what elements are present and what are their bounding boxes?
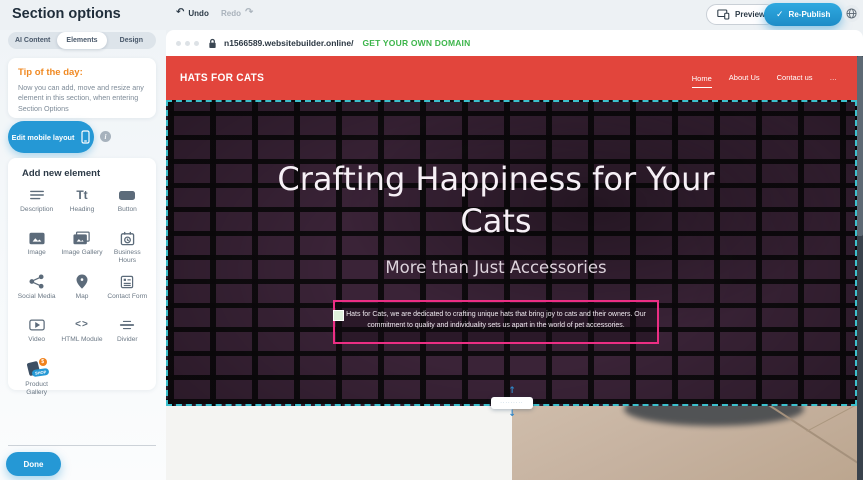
nav-about-us[interactable]: About Us: [729, 73, 760, 84]
globe-icon: [846, 8, 857, 19]
undo-button[interactable]: ↶ Undo: [176, 8, 209, 18]
republish-label: Re-Publish: [789, 10, 831, 19]
site-logo[interactable]: HATS FOR CATS: [180, 72, 264, 84]
website-builder-app: Section options ↶ Undo Redo ↷ Preview ✓ …: [0, 0, 863, 480]
heading-icon: Tt: [76, 187, 87, 203]
grip-dots-icon: ∙∙∙∙∙∙∙∙∙: [500, 401, 523, 406]
floor-crack-line-2: [806, 406, 857, 432]
site-preview: HATS FOR CATS Home About Us Contact us ……: [166, 56, 857, 480]
map-pin-icon: [76, 274, 88, 290]
phone-icon: [81, 130, 90, 144]
browser-bar: n1566589.websitebuilder.online/ GET YOUR…: [166, 30, 863, 56]
element-drag-handle[interactable]: [333, 310, 344, 321]
done-button[interactable]: Done: [6, 452, 61, 476]
nav-home[interactable]: Home: [692, 74, 712, 88]
element-map[interactable]: Map: [59, 274, 104, 308]
canvas-scrollbar[interactable]: [857, 56, 863, 480]
element-business-hours[interactable]: Business Hours: [105, 230, 150, 265]
preview-label: Preview: [735, 10, 765, 19]
divider-icon: [119, 317, 135, 333]
info-icon[interactable]: i: [100, 131, 111, 142]
scrollbar-thumb[interactable]: [857, 56, 863, 236]
add-element-heading: Add new element: [14, 168, 150, 179]
lock-icon: [208, 38, 217, 49]
hero-content: Crafting Happiness for Your Cats More th…: [168, 102, 824, 277]
check-icon: ✓: [776, 10, 784, 20]
element-heading[interactable]: Tt Heading: [59, 187, 104, 221]
element-social-media[interactable]: Social Media: [14, 274, 59, 308]
next-section-image[interactable]: [512, 406, 857, 480]
sidebar-divider: [8, 445, 156, 446]
devices-icon: [717, 9, 730, 20]
site-header: HATS FOR CATS Home About Us Contact us …: [166, 56, 857, 100]
add-element-panel: Add new element Description Tt Heading: [8, 158, 156, 390]
image-icon: [29, 230, 45, 246]
language-globe-button[interactable]: [843, 5, 860, 22]
product-gallery-icon: $ SHOP: [26, 360, 48, 378]
hero-heading[interactable]: Crafting Happiness for Your Cats: [266, 158, 726, 242]
element-html-module[interactable]: <> HTML Module: [59, 317, 104, 351]
resize-arrow-down-icon[interactable]: ↓: [506, 410, 518, 419]
browser-dots: [176, 41, 199, 46]
nav-more-icon[interactable]: …: [830, 73, 838, 84]
hero-paragraph-text: Hats for Cats, we are dedicated to craft…: [346, 311, 646, 329]
edit-mobile-layout-button[interactable]: Edit mobile layout: [8, 121, 94, 153]
business-hours-icon: [120, 230, 135, 246]
tip-title: Tip of the day:: [18, 67, 146, 78]
element-contact-form[interactable]: Contact Form: [105, 274, 150, 308]
tab-design[interactable]: Design: [107, 32, 156, 49]
description-icon: [29, 187, 45, 203]
sidebar-tabbar: AI Content Elements Design: [8, 32, 156, 49]
undo-label: Undo: [188, 9, 208, 18]
video-icon: [29, 317, 45, 333]
get-domain-link[interactable]: GET YOUR OWN DOMAIN: [362, 38, 470, 48]
element-image-gallery[interactable]: Image Gallery: [59, 230, 104, 265]
image-gallery-icon: [73, 230, 90, 246]
site-nav: Home About Us Contact us …: [692, 56, 837, 100]
element-video[interactable]: Video: [14, 317, 59, 351]
nav-contact-us[interactable]: Contact us: [777, 73, 813, 84]
hero-section-selected[interactable]: Crafting Happiness for Your Cats More th…: [166, 100, 857, 406]
hero-subheading[interactable]: More than Just Accessories: [168, 258, 824, 277]
redo-button[interactable]: Redo ↷: [221, 8, 253, 18]
edit-mobile-label: Edit mobile layout: [12, 133, 75, 142]
product-gallery-badge-icon: $: [39, 358, 47, 366]
hero-paragraph-element-selected[interactable]: Hats for Cats, we are dedicated to craft…: [333, 300, 659, 344]
undo-icon: ↶: [176, 8, 184, 18]
tab-elements[interactable]: Elements: [57, 32, 106, 49]
element-grid: Description Tt Heading Button: [14, 187, 150, 397]
republish-button[interactable]: ✓ Re-Publish: [764, 3, 842, 26]
redo-label: Redo: [221, 9, 241, 18]
contact-form-icon: [120, 274, 134, 290]
tip-of-the-day-panel: Tip of the day: Now you can add, move an…: [8, 58, 156, 118]
site-url: n1566589.websitebuilder.online/: [224, 38, 353, 48]
social-media-icon: [29, 274, 44, 290]
section-resize-handle[interactable]: ∙∙∙∙∙∙∙∙∙: [491, 397, 533, 409]
page-title: Section options: [12, 6, 121, 22]
resize-arrow-up-icon[interactable]: ↑: [506, 387, 518, 396]
element-description[interactable]: Description: [14, 187, 59, 221]
sidebar: AI Content Elements Design Tip of the da…: [0, 30, 166, 480]
redo-icon: ↷: [245, 8, 253, 18]
tab-ai-content[interactable]: AI Content: [8, 32, 57, 49]
element-image[interactable]: Image: [14, 230, 59, 265]
html-module-icon: <>: [75, 317, 89, 333]
element-product-gallery[interactable]: $ SHOP Product Gallery: [14, 360, 59, 397]
element-divider[interactable]: Divider: [105, 317, 150, 351]
element-button[interactable]: Button: [105, 187, 150, 221]
tip-body: Now you can add, move and resize any ele…: [18, 83, 146, 114]
button-icon: [119, 187, 135, 203]
